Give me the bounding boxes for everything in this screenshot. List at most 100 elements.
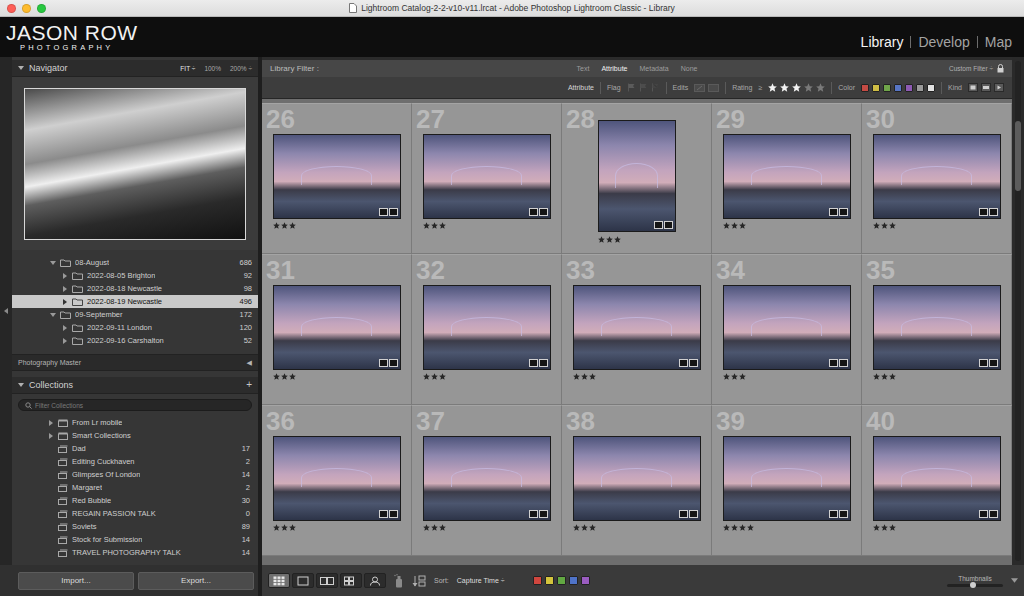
toolbar-menu-arrow-icon[interactable] xyxy=(1011,577,1018,584)
star-rating[interactable] xyxy=(273,373,401,381)
folder-row[interactable]: 2022-08-05 Brighton92 xyxy=(12,269,258,282)
star-rating[interactable] xyxy=(273,524,401,532)
rating-star-icon[interactable] xyxy=(816,83,825,92)
folder-row[interactable]: 2022-09-16 Carshalton52 xyxy=(12,334,258,347)
photo-thumbnail[interactable] xyxy=(873,285,1001,370)
star-rating[interactable] xyxy=(423,373,551,381)
view-mode-button[interactable] xyxy=(292,573,314,588)
grid-cell[interactable]: 32 xyxy=(412,254,562,405)
label-color-button[interactable] xyxy=(533,576,542,585)
collection-row[interactable]: Glimpses Of London14 xyxy=(12,468,258,481)
photo-thumbnail[interactable] xyxy=(573,436,701,521)
grid-cell[interactable]: 33 xyxy=(562,254,712,405)
label-color-button[interactable] xyxy=(557,576,566,585)
folder-row[interactable]: 2022-08-18 Newcastle98 xyxy=(12,282,258,295)
view-mode-button[interactable] xyxy=(316,573,338,588)
search-field[interactable] xyxy=(18,399,252,411)
photo-thumbnail[interactable] xyxy=(423,436,551,521)
develop-badge-icon[interactable] xyxy=(689,359,698,367)
photo-thumbnail[interactable] xyxy=(273,436,401,521)
collection-row[interactable]: Soviets89 xyxy=(12,520,258,533)
metadata-badge-icon[interactable] xyxy=(979,208,988,216)
color-swatch[interactable] xyxy=(872,84,880,92)
star-rating[interactable] xyxy=(723,373,851,381)
unedited-icon[interactable] xyxy=(708,84,719,92)
scrollbar-track[interactable] xyxy=(1015,61,1021,561)
rating-star-icon[interactable] xyxy=(768,83,777,92)
grid-cell[interactable]: 34 xyxy=(712,254,862,405)
collection-row[interactable]: From Lr mobile xyxy=(12,416,258,429)
star-rating[interactable] xyxy=(573,524,701,532)
star-rating[interactable] xyxy=(273,222,401,230)
reject-flag-icon[interactable] xyxy=(651,83,660,92)
develop-badge-icon[interactable] xyxy=(689,510,698,518)
left-panel-toggle[interactable] xyxy=(0,57,12,565)
collapse-arrow-icon[interactable] xyxy=(3,308,9,314)
photo-thumbnail[interactable] xyxy=(573,285,701,370)
develop-badge-icon[interactable] xyxy=(664,221,673,229)
filter-tab[interactable]: Attribute xyxy=(601,65,627,72)
color-swatch[interactable] xyxy=(927,84,935,92)
star-rating[interactable] xyxy=(423,524,551,532)
grid-cell[interactable]: 28 xyxy=(562,103,712,254)
zoom-option[interactable]: FIT ÷ xyxy=(180,65,195,72)
metadata-badge-icon[interactable] xyxy=(679,510,688,518)
collection-row[interactable]: Smart Collections xyxy=(12,429,258,442)
grid-cell[interactable]: 31 xyxy=(262,254,412,405)
grid-scrollbar[interactable] xyxy=(1012,57,1024,565)
star-rating[interactable] xyxy=(873,222,1001,230)
filter-tab[interactable]: Text xyxy=(577,65,590,72)
navigator-image[interactable] xyxy=(24,88,246,240)
collection-row[interactable]: TRAVEL PHOTOGRAPHY TALK14 xyxy=(12,546,258,559)
edited-icon[interactable] xyxy=(694,84,705,92)
grid-cell[interactable]: 27 xyxy=(412,103,562,254)
minimize-button[interactable] xyxy=(22,4,31,13)
sort-dropdown[interactable]: Capture Time ÷ xyxy=(457,577,505,584)
collection-row[interactable]: Dad17 xyxy=(12,442,258,455)
grid-cell[interactable]: 30 xyxy=(862,103,1012,254)
collections-header[interactable]: Collections+ xyxy=(12,377,258,394)
filter-tab[interactable]: Metadata xyxy=(640,65,669,72)
navigator-header[interactable]: NavigatorFIT ÷100%200% ÷ xyxy=(12,60,258,77)
star-rating[interactable] xyxy=(723,524,851,532)
grid-cell[interactable]: 40 xyxy=(862,405,1012,556)
folder-row[interactable]: 2022-09-11 London120 xyxy=(12,321,258,334)
metadata-badge-icon[interactable] xyxy=(829,208,838,216)
metadata-badge-icon[interactable] xyxy=(979,510,988,518)
thumbnail-slider[interactable] xyxy=(947,584,1003,587)
metadata-badge-icon[interactable] xyxy=(829,510,838,518)
metadata-badge-icon[interactable] xyxy=(529,359,538,367)
view-mode-button[interactable] xyxy=(364,573,386,588)
color-swatch[interactable] xyxy=(916,84,924,92)
collection-row[interactable]: Red Bubble30 xyxy=(12,494,258,507)
add-collection-button[interactable]: + xyxy=(246,380,252,390)
star-rating[interactable] xyxy=(423,222,551,230)
photo-thumbnail[interactable] xyxy=(423,134,551,219)
video-icon[interactable] xyxy=(994,83,1004,92)
metadata-badge-icon[interactable] xyxy=(529,208,538,216)
label-color-button[interactable] xyxy=(569,576,578,585)
photo-thumbnail[interactable] xyxy=(723,134,851,219)
star-rating[interactable] xyxy=(873,373,1001,381)
metadata-badge-icon[interactable] xyxy=(979,359,988,367)
star-rating[interactable] xyxy=(723,222,851,230)
photo-thumbnail[interactable] xyxy=(723,285,851,370)
photo-thumbnail[interactable] xyxy=(273,134,401,219)
photo-thumbnail[interactable] xyxy=(598,120,676,232)
grid-cell[interactable]: 36 xyxy=(262,405,412,556)
filter-tab[interactable]: None xyxy=(681,65,698,72)
collection-row[interactable]: Stock for Submission14 xyxy=(12,533,258,546)
search-input[interactable] xyxy=(35,402,245,409)
color-swatch[interactable] xyxy=(894,84,902,92)
develop-badge-icon[interactable] xyxy=(539,208,548,216)
collection-row[interactable]: Editing Cuckhaven2 xyxy=(12,455,258,468)
source-bar[interactable]: Photography Master◀ xyxy=(12,354,258,371)
grid-cell[interactable]: 29 xyxy=(712,103,862,254)
metadata-badge-icon[interactable] xyxy=(654,221,663,229)
zoom-button[interactable] xyxy=(37,4,46,13)
photo-thumbnail[interactable] xyxy=(273,285,401,370)
star-rating[interactable] xyxy=(598,235,676,243)
color-swatch[interactable] xyxy=(905,84,913,92)
photo-thumbnail[interactable] xyxy=(723,436,851,521)
lock-icon[interactable] xyxy=(997,64,1004,73)
